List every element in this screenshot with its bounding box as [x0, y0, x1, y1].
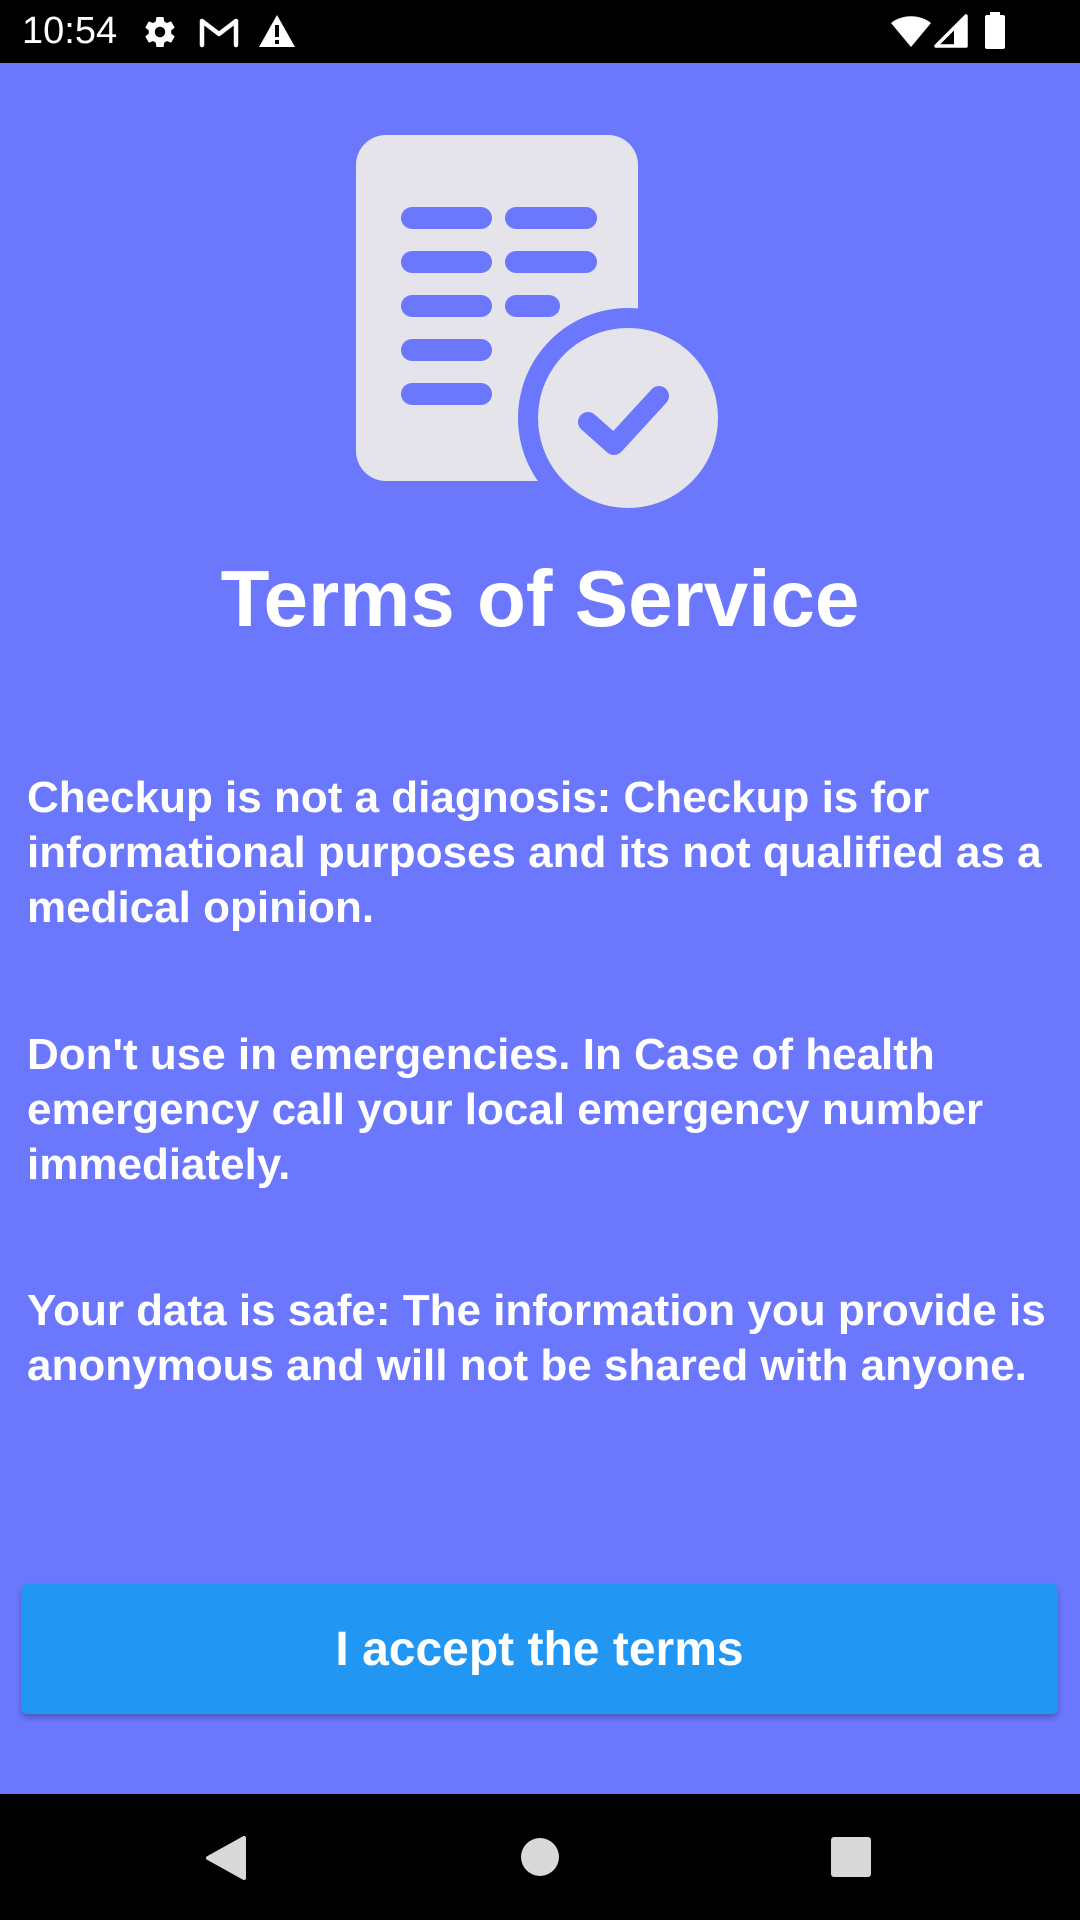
accept-terms-button[interactable]: I accept the terms — [21, 1584, 1058, 1714]
back-icon[interactable] — [204, 1834, 248, 1882]
terms-paragraph-data-safe: Your data is safe: The information you p… — [27, 1286, 1046, 1390]
recents-icon[interactable] — [830, 1835, 872, 1879]
document-check-icon — [356, 135, 738, 528]
terms-paragraph-diagnosis: Checkup is not a diagnosis: Checkup is f… — [27, 773, 1042, 932]
terms-paragraph-emergencies: Don't use in emergencies. In Case of hea… — [27, 1030, 984, 1189]
warning-icon — [258, 14, 296, 48]
settings-icon — [142, 14, 178, 50]
status-time: 10:54 — [22, 10, 118, 52]
wifi-icon — [890, 14, 932, 48]
home-icon[interactable] — [520, 1834, 560, 1880]
page-title: Terms of Service — [220, 554, 860, 643]
battery-icon — [984, 12, 1006, 50]
navigation-bar — [0, 1794, 1080, 1920]
gmail-icon — [198, 16, 240, 48]
status-bar: 10:54 — [0, 0, 1080, 63]
terms-screen: Terms of Service Checkup is not a diagno… — [0, 63, 1080, 1794]
cell-signal-icon — [934, 14, 968, 48]
